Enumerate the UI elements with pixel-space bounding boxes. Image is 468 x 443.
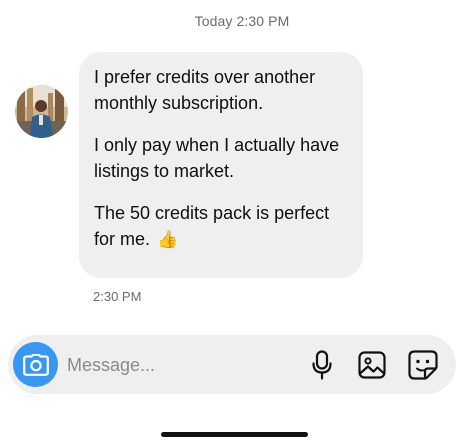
message-paragraph-3-text: The 50 credits pack is perfect for me. xyxy=(94,203,330,249)
date-stamp: Today 2:30 PM xyxy=(194,13,290,29)
camera-icon xyxy=(22,353,49,376)
message-paragraph-2: I only pay when I actually have listings… xyxy=(94,135,340,181)
sticker-icon xyxy=(408,350,438,380)
camera-button[interactable] xyxy=(13,342,58,387)
message-composer xyxy=(8,335,456,394)
message-timestamp: 2:30 PM xyxy=(93,289,142,304)
image-icon xyxy=(358,351,386,379)
home-indicator[interactable] xyxy=(161,432,308,437)
thumbs-up-emoji: 👍 xyxy=(157,229,179,249)
avatar[interactable] xyxy=(15,85,68,138)
message-input[interactable] xyxy=(67,345,287,385)
sticker-button[interactable] xyxy=(407,349,439,381)
voice-message-button[interactable] xyxy=(306,349,338,381)
message-bubble[interactable]: I prefer credits over another monthly su… xyxy=(79,52,363,278)
gallery-button[interactable] xyxy=(356,349,388,381)
avatar-photo xyxy=(15,85,68,138)
message-paragraph-3: The 50 credits pack is perfect for me. 👍 xyxy=(94,201,349,252)
message-paragraph-1: I prefer credits over another monthly su… xyxy=(94,67,316,113)
microphone-icon xyxy=(312,350,332,380)
